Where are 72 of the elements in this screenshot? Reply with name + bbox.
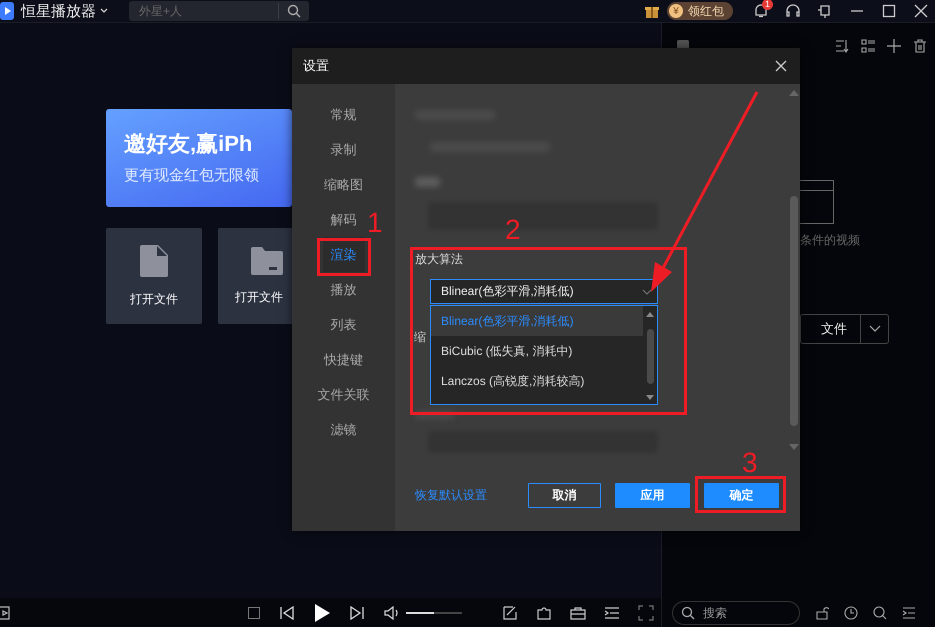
section-label: 放大算法: [415, 251, 463, 268]
promo-banner[interactable]: 邀好友,赢iPh 更有现金红包无限领: [106, 109, 292, 207]
settings-nav-item[interactable]: 录制: [322, 132, 364, 167]
bonus-label: 领红包: [688, 2, 724, 20]
settings-nav-item[interactable]: 缩略图: [316, 167, 371, 202]
next-icon[interactable]: [350, 606, 364, 620]
previous-icon[interactable]: [280, 606, 294, 620]
lock-icon[interactable]: [815, 606, 829, 620]
annotation-number: 2: [505, 216, 521, 244]
trash-icon[interactable]: [913, 39, 927, 53]
blurred-label: [415, 177, 440, 187]
clock-icon[interactable]: [844, 606, 858, 620]
list-icon[interactable]: [604, 604, 620, 620]
empty-message: 条件的视频: [800, 232, 860, 249]
add-icon[interactable]: [887, 39, 901, 53]
playlist-search-field[interactable]: 搜索: [672, 600, 800, 624]
settings-nav-item[interactable]: 渲染: [322, 237, 364, 272]
edit-icon[interactable]: [502, 604, 518, 620]
search-input[interactable]: 搜索: [701, 604, 775, 620]
document-icon: [140, 244, 168, 276]
headset-icon[interactable]: [785, 3, 801, 19]
list-view-icon[interactable]: [861, 39, 875, 53]
settings-nav-item[interactable]: 滤镜: [322, 412, 364, 447]
play-icon[interactable]: [314, 604, 330, 622]
banner-subtitle: 更有现金红包无限领: [124, 166, 260, 185]
fullscreen-icon[interactable]: [638, 604, 654, 620]
dialog-title: 设置: [303, 57, 329, 75]
dropdown-option[interactable]: Blinear(色彩平滑,消耗低): [431, 306, 643, 336]
sort-icon[interactable]: [835, 39, 849, 53]
search-icon: [681, 606, 695, 620]
close-icon[interactable]: [913, 3, 929, 19]
scrollbar-thumb[interactable]: [790, 196, 798, 426]
bonus-button[interactable]: ¥ 领红包: [667, 2, 733, 20]
app-logo-icon: [0, 2, 14, 20]
section-label: 缩: [414, 329, 426, 346]
primary-button[interactable]: 确定: [704, 483, 779, 508]
settings-nav-item[interactable]: 文件关联: [310, 377, 378, 412]
scrollbar-thumb[interactable]: [646, 328, 654, 384]
close-icon[interactable]: [775, 60, 787, 72]
scroll-down-icon[interactable]: [646, 395, 654, 400]
settings-nav-item[interactable]: 常规: [322, 97, 364, 132]
dropdown-option[interactable]: Lanczos (高锐度,消耗较高): [431, 366, 643, 396]
annotation-number: 1: [367, 209, 383, 237]
annotation-box: [317, 238, 371, 276]
settings-nav-item[interactable]: 快捷键: [316, 342, 371, 377]
algorithm-dropdown[interactable]: Blinear(色彩平滑,消耗低): [430, 279, 658, 304]
banner-title: 邀好友,赢iPh: [124, 130, 254, 158]
coin-icon: ¥: [669, 4, 683, 18]
scroll-up-icon[interactable]: [646, 312, 654, 317]
settings-nav-item[interactable]: 解码: [322, 202, 364, 237]
stop-icon[interactable]: [248, 606, 260, 618]
settings-nav-item[interactable]: 列表: [322, 307, 364, 342]
briefcase-icon[interactable]: [570, 604, 586, 620]
app-title: 恒星播放器: [21, 2, 96, 20]
playlist-icon[interactable]: [902, 606, 916, 620]
notification-badge: 1: [762, 0, 773, 10]
folder-icon: [251, 246, 283, 274]
settings-nav-item[interactable]: 播放: [322, 272, 364, 307]
empty-box-drawing: [800, 180, 834, 224]
open-tile[interactable]: 打开文件: [106, 228, 202, 324]
screen-icon[interactable]: [0, 606, 10, 620]
maximize-icon[interactable]: [881, 3, 897, 19]
caret-icon: [642, 288, 652, 294]
caret-icon: [868, 325, 880, 333]
annotation-number: 3: [742, 449, 758, 477]
reset-defaults-link[interactable]: 恢复默认设置: [415, 487, 487, 504]
dropdown-option[interactable]: BiCubic (低失真, 消耗中): [431, 336, 643, 366]
search-icon[interactable]: [287, 4, 301, 18]
volume-icon[interactable]: [384, 606, 400, 620]
search-field[interactable]: 外星+人: [129, 1, 309, 21]
primary-button[interactable]: 应用: [615, 483, 690, 508]
cancel-button[interactable]: 取消: [528, 483, 601, 508]
